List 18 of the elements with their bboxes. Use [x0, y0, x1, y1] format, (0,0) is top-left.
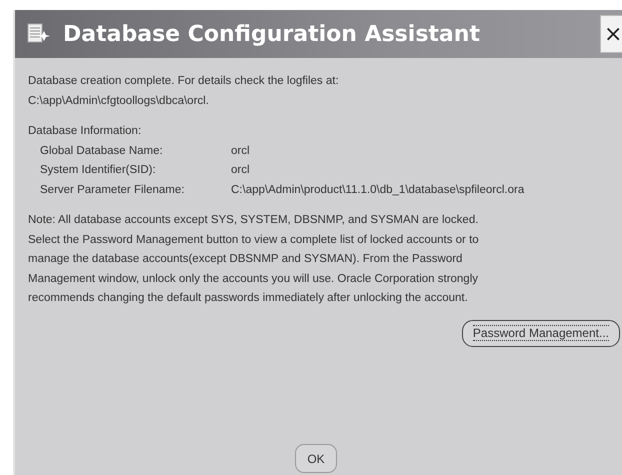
info-heading: Database Information: — [28, 124, 142, 139]
note-text: Management window, unlock only the accounts you will use. Oracle Corporation strongly — [28, 272, 480, 286]
password-management-button[interactable]: Password Management... — [462, 320, 620, 346]
window-title: Database Configuration Assistant — [63, 22, 481, 46]
info-value: orcl — [231, 163, 250, 178]
info-label: System Identifier(SID): — [40, 163, 157, 178]
ok-button[interactable]: OK — [295, 444, 337, 473]
info-value: C:\app\Admin\product\11.1.0\db_1\database\spfileorcl.ora — [231, 182, 524, 198]
completion-text: Database creation complete. For details check the logfiles at: — [28, 74, 340, 89]
info-label: Server Parameter Filename: — [40, 182, 186, 198]
note-text: manage the database accounts(except DBSNMP and SYSMAN). From the Password — [28, 252, 464, 267]
close-button[interactable]: × — [600, 15, 622, 53]
completion-text: C:\app\Admin\cfgtoollogs\dbca\orcl. — [28, 94, 210, 108]
note-text: Select the Password Management button to view a complete list of locked accounts or to — [28, 232, 480, 248]
note-text: Note: All database accounts except SYS, SYSTEM, DBSNMP, and SYSMAN are locked. — [28, 213, 480, 228]
info-label: Global Database Name: — [40, 144, 164, 158]
info-value: orcl — [231, 144, 250, 158]
note-text: recommends changing the default passwords immediately after unlocking the account. — [28, 291, 469, 306]
